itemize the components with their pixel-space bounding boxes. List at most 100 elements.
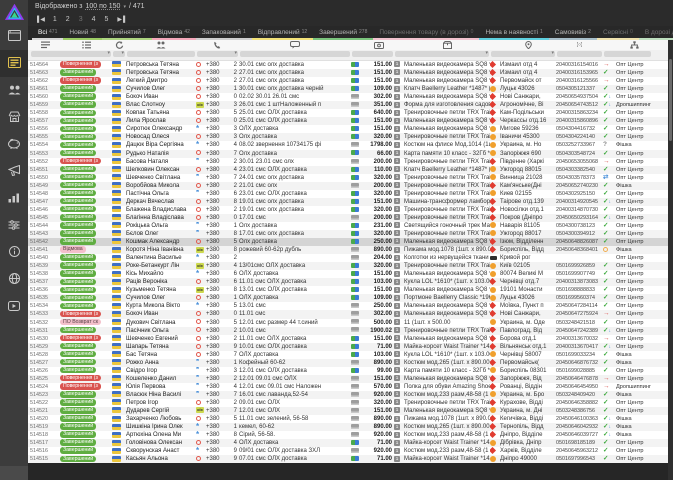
tab-сервісні[interactable]: Сервісні 0 <box>596 26 639 40</box>
sidebar-item-dashboard[interactable] <box>0 23 28 50</box>
page-5[interactable]: 5 <box>105 16 109 23</box>
filter-input-6[interactable] <box>352 51 393 57</box>
table-row[interactable]: 514551 Завершений Шелковин Олексан +380 4 23.… <box>28 165 673 174</box>
table-row[interactable]: 514563 Завершений Петровська Тетяна +380 2 27… <box>28 69 673 78</box>
sidebar-item-orders[interactable] <box>0 50 28 77</box>
page-4[interactable]: 4 <box>92 16 96 23</box>
table-row[interactable]: 514543 Завершений Бєлов Олег * +380 8 17.01 см… <box>28 229 673 239</box>
tab-завершений[interactable]: Завершений 278 <box>313 26 374 40</box>
table-row[interactable]: 514527 Завершений Рожко Анна * +380 1 Кофейный… <box>28 358 673 367</box>
sidebar-item-world[interactable] <box>0 266 28 293</box>
vertical-scrollbar[interactable] <box>668 40 673 480</box>
range-caret-icon[interactable]: ▾ <box>123 4 126 10</box>
filter-caret-icon[interactable]: ▾ <box>234 50 237 56</box>
tab-в-дорозі-додому[interactable]: В дорозі додому0 <box>638 26 673 40</box>
table-row[interactable]: 514542 Завершений Кошмак Александр +380 5 Олх… <box>28 238 673 247</box>
table-row[interactable]: 514539 Завершений Роке-Бетанкурт Лін olx +38… <box>28 262 673 271</box>
tab-прийнятий[interactable]: Прийнятий 7 <box>101 26 152 40</box>
tab-запакований[interactable]: Запакований 1 <box>195 26 252 40</box>
filter-input-10[interactable] <box>604 51 651 57</box>
table-row[interactable]: 514530 Повернення (з Шевченко Евгений +380 2… <box>28 334 673 343</box>
filter-caret-icon[interactable]: ▾ <box>107 50 110 56</box>
tab-відправлений[interactable]: Відправлений 12 <box>251 26 314 40</box>
clients-icon[interactable] <box>126 40 196 50</box>
sidebar-item-announce[interactable] <box>0 158 28 185</box>
table-row[interactable]: 514526 Завершений Свідро Ігор * +380 3 12.01 с… <box>28 366 673 375</box>
sidebar-item-info[interactable] <box>0 239 28 266</box>
comment-icon[interactable] <box>239 40 351 50</box>
table-row[interactable]: 514540 Завершений Валентина Василье * +380 2 2… <box>28 254 673 263</box>
filter-input-3[interactable] <box>127 51 195 57</box>
table-row[interactable]: 514552 Повернення (з Басова Наталя * +380 2 30… <box>28 157 673 166</box>
table-row[interactable]: 514562 Повернення (з Легкий Дмитро +380 2 27.… <box>28 77 673 86</box>
table-row[interactable]: 514556 Завершений Сиротюк Олександр * +380 3 О… <box>28 125 673 134</box>
sidebar-item-finance[interactable] <box>0 131 28 158</box>
table-row[interactable]: 514520 Завершений Захарченко Любовь +380 5 11… <box>28 415 673 424</box>
table-row[interactable]: 514545 Завершений Благінна Владіслава +380 0… <box>28 213 673 222</box>
table-row[interactable]: 514518 Завершений Артюхіна Олена Ми * +380 8 С… <box>28 431 673 440</box>
table-row[interactable]: 514554 Завершений Дацюк Віра Сергіяна * +380… <box>28 141 673 150</box>
table-row[interactable]: 514541 Відмова Коротя Ніна Іванівна olx +380… <box>28 246 673 255</box>
table-row[interactable]: 514564 Повернення (з Петровська Тетяна +380… <box>28 61 673 70</box>
last-page-icon[interactable]: ▶▐ <box>117 16 125 23</box>
table-row[interactable]: 514538 Завершений Кісь Михайло * +380 6 ОЛХ до… <box>28 270 673 279</box>
table-row[interactable]: 514559 Завершений Влас Слотноу olx +380 3 26.0… <box>28 101 673 110</box>
table-row[interactable]: 514516 Завершений Скворунская Анаст * +380 9 0… <box>28 447 673 456</box>
table-row[interactable]: 514534 Завершений Курта Микола Вікто * +380 5… <box>28 302 673 311</box>
phone-icon[interactable] <box>206 40 227 50</box>
filter-input-8[interactable]: ▾ <box>491 50 555 57</box>
first-page-icon[interactable]: ▌◀ <box>37 16 45 23</box>
page-1[interactable]: 1 <box>53 16 57 23</box>
table-row[interactable]: 514553 Завершений Рудько Наталія +380 7 Олх д… <box>28 149 673 158</box>
filter-input-1[interactable]: ▾ <box>31 50 111 57</box>
filter-input-9[interactable] <box>557 51 602 57</box>
table-row[interactable]: 514544 Завершений Рокіцька Ольга * +380 1 Олх … <box>28 221 673 230</box>
sidebar-item-store[interactable] <box>0 104 28 131</box>
sidebar-item-tuning[interactable] <box>0 212 28 239</box>
table-row[interactable]: 514546 Завершений Блажена Владислава +380 2 1… <box>28 205 673 214</box>
table-row[interactable]: 514523 Завершений Власюк Ніна Василі * +380 7… <box>28 390 673 399</box>
scrollbar-thumb[interactable] <box>669 59 672 141</box>
money-icon[interactable] <box>363 40 394 50</box>
table-row[interactable]: 514555 Завершений Новосад Олеся +380 3 Олх до… <box>28 133 673 142</box>
table-row[interactable]: 514547 Завершений Деркач Вячеслав +380 8 19.0… <box>28 197 673 206</box>
table-row[interactable]: 514529 Завершений Шапарь Тетяна +380 9 10.01 … <box>28 342 673 351</box>
filter-caret-icon[interactable]: ▾ <box>121 50 124 56</box>
sidebar-item-clients[interactable] <box>0 77 28 104</box>
table-row[interactable]: 514561 Завершений Сучилов Олег +380 1 30.01 с… <box>28 85 673 94</box>
table-row[interactable]: 514537 Завершений Раців Вероніка +380 6 11.01… <box>28 278 673 287</box>
page-3[interactable]: 3 <box>79 16 83 23</box>
sidebar-item-stats[interactable] <box>0 185 28 212</box>
tab-самовивіз[interactable]: Самовивіз 2 <box>548 26 597 40</box>
table-row[interactable]: 514517 Завершений Головінова Олексан +380 4 О… <box>28 439 673 448</box>
filter-input-5[interactable] <box>240 51 350 57</box>
filter-input-2[interactable]: ▾ <box>113 50 125 57</box>
network-icon[interactable] <box>616 40 652 50</box>
table-row[interactable]: 514531 Завершений Пасічник Ольга +380 2 10.01… <box>28 326 673 335</box>
list-icon[interactable] <box>60 40 112 50</box>
table-row[interactable]: 514560 Завершений Бокоч Иван +380 0 02.02 30.… <box>28 93 673 102</box>
table-row[interactable]: 514536 Завершений Кузьменко Тетяна olx +380 8… <box>28 286 673 295</box>
table-row[interactable]: 514549 Завершений Воробйова Микола +380 2 21.… <box>28 181 673 190</box>
product-icon[interactable] <box>404 40 490 50</box>
page-2[interactable]: 2 <box>66 16 70 23</box>
location-pin-icon[interactable] <box>500 40 556 50</box>
table-row[interactable]: 514550 Завершений Шевченко Світлана * +380 7 2… <box>28 173 673 182</box>
tab-повернення-товару-в-дорозі-[interactable]: Повернення товару (в дорозі) 0 <box>373 26 480 40</box>
table-row[interactable]: 514524 Повернення (з Юлія Первова * +380 4 12.… <box>28 382 673 391</box>
tab-новий[interactable]: Новий 48 <box>63 26 102 40</box>
table-row[interactable]: 514532 ПО Возврат ск Дукович Світлана +380 5… <box>28 318 673 327</box>
table-row[interactable]: 514558 Завершений Ковпак Татьяна +380 5 25.01… <box>28 109 673 118</box>
refresh-icon[interactable] <box>112 40 126 50</box>
tab-нема-в-наявності[interactable]: Нема в наявності 1 <box>479 26 549 40</box>
table-row[interactable]: 514548 Завершений Пастічна Ольга * +380 6 23.0… <box>28 189 673 198</box>
table-row[interactable]: 514525 Повернення (з Кошеленко Данил * +380 2… <box>28 374 673 383</box>
table-row[interactable]: 514519 Завершений Шишкіна Ірина Олек * +380 1… <box>28 423 673 432</box>
filter-caret-icon[interactable]: ▾ <box>485 50 488 56</box>
rows-icon[interactable] <box>30 40 60 50</box>
tab-всі[interactable]: Всі 471 <box>32 26 64 40</box>
table-row[interactable]: 514557 Завершений Лила Ярослав +380 0 25.01 с… <box>28 117 673 126</box>
filter-input-7[interactable]: ▾ <box>395 50 489 57</box>
table-row[interactable]: 514521 Завершений Дударев Сергій olx +380 7 12… <box>28 407 673 416</box>
filter-input-4[interactable]: ▾ <box>197 50 238 57</box>
